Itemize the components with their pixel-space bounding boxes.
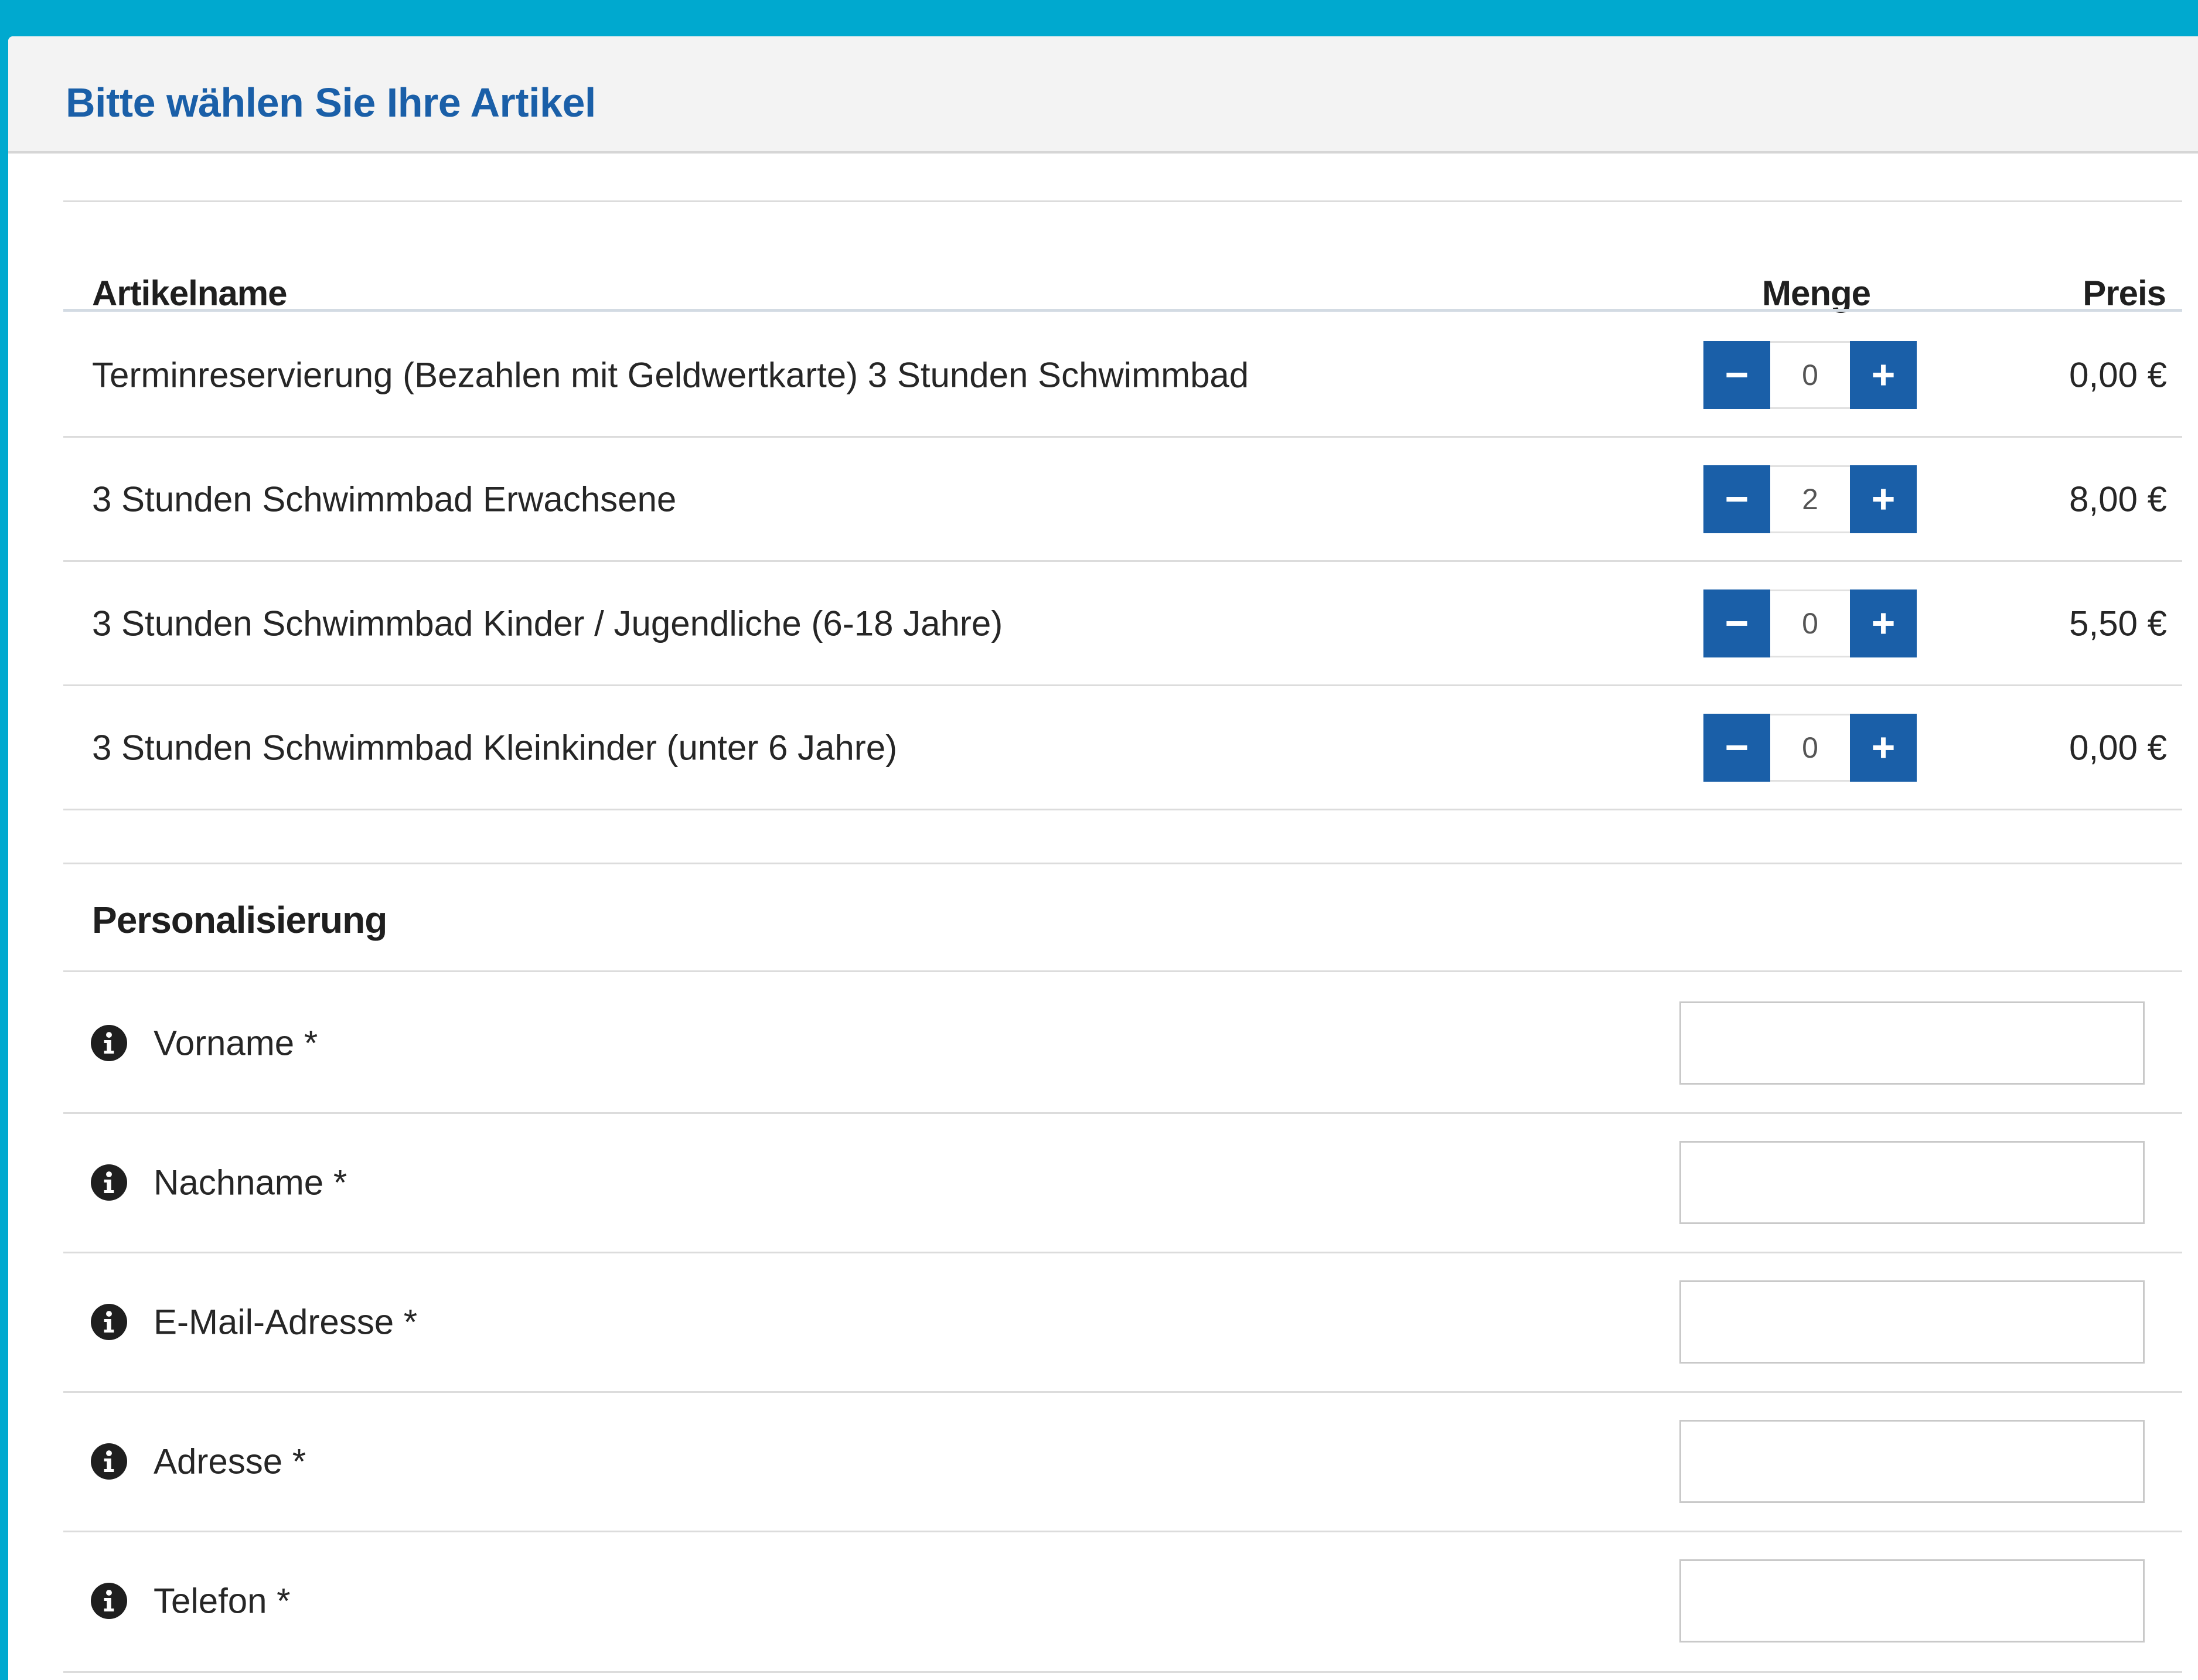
quantity-value[interactable]: 0 — [1770, 714, 1850, 782]
field-label: Telefon * — [154, 1581, 291, 1621]
article-selection-card: Bitte wählen Sie Ihre Artikel Artikelnam… — [8, 36, 2198, 1680]
item-price: 5,50 € — [2069, 604, 2167, 643]
item-name: 3 Stunden Schwimmbad Kleinkinder (unter … — [92, 728, 898, 768]
field-label: Vorname * — [154, 1023, 318, 1063]
first-name-field[interactable] — [1679, 1001, 2145, 1085]
row-divider — [63, 1671, 2182, 1673]
increment-button[interactable] — [1850, 714, 1917, 782]
info-circle-icon[interactable] — [91, 1164, 127, 1201]
info-circle-icon[interactable] — [91, 1304, 127, 1340]
email-field[interactable] — [1679, 1280, 2145, 1364]
info-circle-icon[interactable] — [91, 1583, 127, 1619]
column-header-quantity: Menge — [1762, 274, 1871, 313]
row-divider — [63, 1112, 2182, 1114]
plus-icon — [1873, 364, 1894, 386]
field-label: Adresse * — [154, 1442, 306, 1481]
row-divider — [63, 1391, 2182, 1393]
column-header-price: Preis — [2083, 274, 2166, 313]
card-header: Bitte wählen Sie Ihre Artikel — [8, 36, 2198, 154]
plus-icon — [1873, 489, 1894, 510]
last-name-field[interactable] — [1679, 1141, 2145, 1224]
increment-button[interactable] — [1850, 341, 1917, 409]
increment-button[interactable] — [1850, 589, 1917, 657]
decrement-button[interactable] — [1703, 465, 1770, 533]
phone-field[interactable] — [1679, 1559, 2145, 1642]
quantity-stepper: 2 — [1703, 465, 1917, 533]
row-divider — [63, 1531, 2182, 1532]
row-divider — [63, 436, 2182, 438]
info-circle-icon[interactable] — [91, 1025, 127, 1061]
increment-button[interactable] — [1850, 465, 1917, 533]
item-name: 3 Stunden Schwimmbad Kinder / Jugendlich… — [92, 604, 1003, 643]
section-header-divider — [63, 970, 2182, 972]
quantity-stepper: 0 — [1703, 341, 1917, 409]
decrement-button[interactable] — [1703, 589, 1770, 657]
minus-icon — [1726, 621, 1747, 626]
plus-icon — [1873, 613, 1894, 634]
item-name: Terminreservierung (Bezahlen mit Geldwer… — [92, 355, 1249, 395]
decrement-button[interactable] — [1703, 714, 1770, 782]
decrement-button[interactable] — [1703, 341, 1770, 409]
quantity-value[interactable]: 0 — [1770, 341, 1850, 409]
table-top-divider — [63, 200, 2182, 202]
item-price: 8,00 € — [2069, 479, 2167, 519]
field-label: E-Mail-Adresse * — [154, 1302, 418, 1342]
minus-icon — [1726, 373, 1747, 377]
field-label: Nachname * — [154, 1163, 347, 1202]
minus-icon — [1726, 745, 1747, 750]
section-divider — [63, 863, 2182, 864]
page-title: Bitte wählen Sie Ihre Artikel — [66, 80, 596, 125]
minus-icon — [1726, 497, 1747, 502]
item-name: 3 Stunden Schwimmbad Erwachsene — [92, 479, 677, 519]
row-divider — [63, 809, 2182, 810]
item-price: 0,00 € — [2069, 355, 2167, 395]
quantity-stepper: 0 — [1703, 714, 1917, 782]
quantity-value[interactable]: 0 — [1770, 589, 1850, 657]
column-header-name: Artikelname — [92, 274, 287, 313]
row-divider — [63, 684, 2182, 686]
quantity-stepper: 0 — [1703, 589, 1917, 657]
quantity-value[interactable]: 2 — [1770, 465, 1850, 533]
item-price: 0,00 € — [2069, 728, 2167, 768]
table-header-divider — [63, 309, 2182, 312]
plus-icon — [1873, 737, 1894, 758]
row-divider — [63, 560, 2182, 562]
section-title-personalization: Personalisierung — [92, 899, 387, 941]
row-divider — [63, 1252, 2182, 1253]
info-circle-icon[interactable] — [91, 1443, 127, 1480]
address-field[interactable] — [1679, 1420, 2145, 1503]
